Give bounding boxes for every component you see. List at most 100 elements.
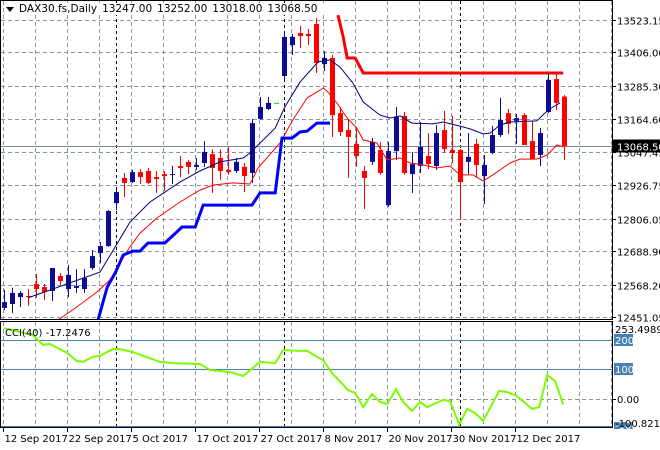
chart-header: DAX30.fs,Daily 13247.00 13252.00 13018.00 13… bbox=[6, 3, 325, 15]
candle bbox=[538, 128, 543, 167]
candle bbox=[546, 74, 551, 114]
cci-level-label: 200 bbox=[615, 336, 634, 347]
candle-body bbox=[466, 156, 471, 162]
cci-level-label: 100 bbox=[615, 365, 634, 376]
candle-body bbox=[298, 33, 303, 37]
candle bbox=[98, 241, 103, 263]
candle bbox=[506, 108, 511, 134]
time-tick-label: 30 Nov 2017 bbox=[453, 434, 517, 445]
candle-body bbox=[274, 102, 279, 104]
price-tick-label: 12806.05 bbox=[617, 216, 660, 227]
candle-body bbox=[10, 292, 15, 304]
candle-body bbox=[218, 158, 223, 172]
price-tick-label: 13164.60 bbox=[617, 116, 660, 127]
candle-body bbox=[250, 123, 255, 173]
candle-body bbox=[154, 177, 159, 180]
open-value: 13247.00 bbox=[102, 3, 153, 15]
candle-body bbox=[242, 166, 247, 177]
candle-body bbox=[394, 117, 399, 152]
candle bbox=[386, 141, 391, 208]
candle bbox=[274, 102, 279, 104]
candle-body bbox=[434, 133, 439, 167]
candle-body bbox=[426, 156, 431, 165]
candle bbox=[58, 272, 63, 285]
cci-label: CCI(40) -17.2476 bbox=[5, 328, 91, 339]
candle bbox=[186, 159, 191, 175]
candle-body bbox=[162, 174, 167, 177]
candle-body bbox=[306, 33, 311, 37]
candle-body bbox=[90, 256, 95, 268]
candle-body bbox=[226, 169, 231, 173]
cci-panel-border bbox=[0, 321, 613, 428]
candle-body bbox=[266, 102, 271, 109]
time-axis: 12 Sep 2017 22 Sep 2017 5 Oct 2017 17 Oct 2… bbox=[3, 428, 580, 445]
cci-min-label: -100.8214 bbox=[615, 419, 660, 430]
candle-body bbox=[362, 171, 367, 178]
price-tick-label: 12568.20 bbox=[617, 282, 660, 293]
candle bbox=[458, 149, 463, 221]
cci-axis: 253.49892001000.00-100-100.8214 bbox=[612, 325, 660, 432]
candle bbox=[474, 138, 479, 178]
candle-body bbox=[146, 171, 151, 183]
candle-body bbox=[546, 79, 551, 113]
candle-body bbox=[170, 174, 175, 176]
candle-body bbox=[114, 192, 119, 204]
candle bbox=[90, 249, 95, 270]
dropdown-triangle-icon[interactable] bbox=[6, 6, 14, 12]
candle bbox=[218, 149, 223, 180]
candle bbox=[66, 264, 71, 298]
candle bbox=[138, 169, 143, 185]
grid-lines bbox=[1, 1, 612, 427]
candle-body bbox=[106, 210, 111, 247]
candle-body bbox=[330, 57, 335, 116]
candle bbox=[106, 210, 111, 247]
candle bbox=[530, 120, 535, 160]
time-tick-label: 27 Oct 2017 bbox=[261, 434, 323, 445]
price-tick-label: 13285.30 bbox=[617, 83, 660, 94]
candle-body bbox=[418, 146, 423, 167]
price-tick-label: 12926.75 bbox=[617, 182, 660, 193]
candle-body bbox=[178, 166, 183, 168]
candle-body bbox=[122, 177, 127, 183]
candle-body bbox=[58, 276, 63, 282]
candle-body bbox=[138, 172, 143, 178]
candle bbox=[170, 166, 175, 185]
time-tick-label: 8 Nov 2017 bbox=[325, 434, 383, 445]
candle bbox=[442, 110, 447, 154]
candle bbox=[498, 97, 503, 137]
trailing-stop-upper bbox=[336, 14, 564, 75]
candle-body bbox=[202, 151, 207, 163]
candle bbox=[514, 113, 519, 144]
time-tick-label: 22 Sep 2017 bbox=[69, 434, 132, 445]
candle bbox=[130, 169, 135, 183]
candle-body bbox=[410, 164, 415, 175]
time-tick-label: 5 Oct 2017 bbox=[133, 434, 188, 445]
candle bbox=[418, 121, 423, 173]
candle bbox=[450, 115, 455, 163]
candle bbox=[82, 269, 87, 293]
candle-body bbox=[370, 141, 375, 162]
chart-canvas[interactable]: 13523.1513406.0013285.3013164.6013047.45… bbox=[0, 0, 660, 450]
candle bbox=[426, 133, 431, 170]
candle-body bbox=[450, 149, 455, 154]
candle bbox=[146, 167, 151, 185]
candle bbox=[266, 97, 271, 111]
price-tick-label: 13523.15 bbox=[617, 17, 660, 28]
main-chart-border bbox=[0, 0, 613, 320]
price-axis: 13523.1513406.0013285.3013164.6013047.45… bbox=[612, 17, 660, 325]
candle-body bbox=[530, 141, 535, 160]
candle-body bbox=[442, 130, 447, 150]
candle bbox=[242, 162, 247, 193]
candle bbox=[466, 133, 471, 175]
candle-body bbox=[290, 36, 295, 45]
symbol-label: DAX30.fs,Daily bbox=[19, 3, 98, 15]
candle bbox=[50, 267, 55, 301]
candle-body bbox=[66, 274, 71, 290]
candle bbox=[258, 97, 263, 121]
candle bbox=[562, 95, 567, 160]
candle-body bbox=[498, 120, 503, 136]
candle bbox=[306, 28, 311, 45]
candle-body bbox=[554, 79, 559, 103]
close-value: 13068.50 bbox=[267, 3, 318, 15]
candle bbox=[162, 171, 167, 191]
